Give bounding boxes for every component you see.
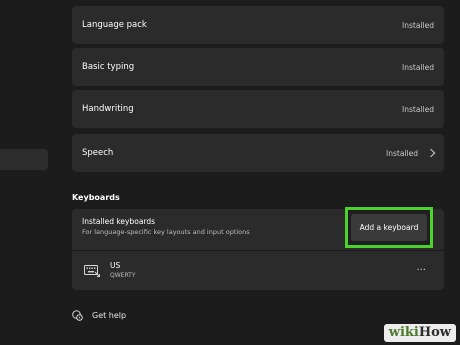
main-content: Language pack Installed Basic typing Ins…: [72, 0, 444, 345]
highlight-box: Add a keyboard: [345, 207, 433, 248]
get-help-link[interactable]: Get help: [72, 310, 126, 321]
feature-label: Basic typing: [82, 62, 135, 72]
keyboard-layout: QWERTY: [110, 272, 136, 279]
feature-label: Handwriting: [82, 104, 134, 114]
keyboard-item-us: US QWERTY ···: [72, 251, 444, 290]
keyboard-icon: [84, 264, 100, 277]
feature-label: Speech: [82, 148, 114, 158]
more-options-icon[interactable]: ···: [416, 265, 426, 276]
nav-item-selected[interactable]: [0, 149, 48, 170]
keyboards-heading: Keyboards: [72, 193, 120, 202]
feature-status: Installed: [386, 148, 418, 158]
add-keyboard-button[interactable]: Add a keyboard: [351, 214, 427, 241]
left-navigation: [0, 0, 58, 345]
feature-label: Language pack: [82, 20, 147, 30]
feature-status: Installed: [402, 104, 434, 114]
feature-row-speech[interactable]: Speech Installed: [72, 134, 444, 172]
feature-row-basic-typing: Basic typing Installed: [72, 48, 444, 86]
chevron-right-icon: [426, 148, 436, 158]
watermark-part1: wiki: [388, 325, 419, 340]
watermark-part2: How: [418, 325, 451, 340]
feature-row-handwriting: Handwriting Installed: [72, 90, 444, 128]
keyboard-item-text: US QWERTY: [110, 261, 416, 280]
wikihow-watermark: wiki How: [383, 324, 456, 342]
help-icon: [72, 310, 83, 321]
get-help-label: Get help: [92, 311, 127, 320]
feature-status: Installed: [402, 20, 434, 30]
settings-window: Language pack Installed Basic typing Ins…: [0, 0, 460, 345]
keyboard-name: US: [110, 261, 121, 270]
feature-status: Installed: [402, 62, 434, 72]
feature-row-language-pack: Language pack Installed: [72, 6, 444, 44]
